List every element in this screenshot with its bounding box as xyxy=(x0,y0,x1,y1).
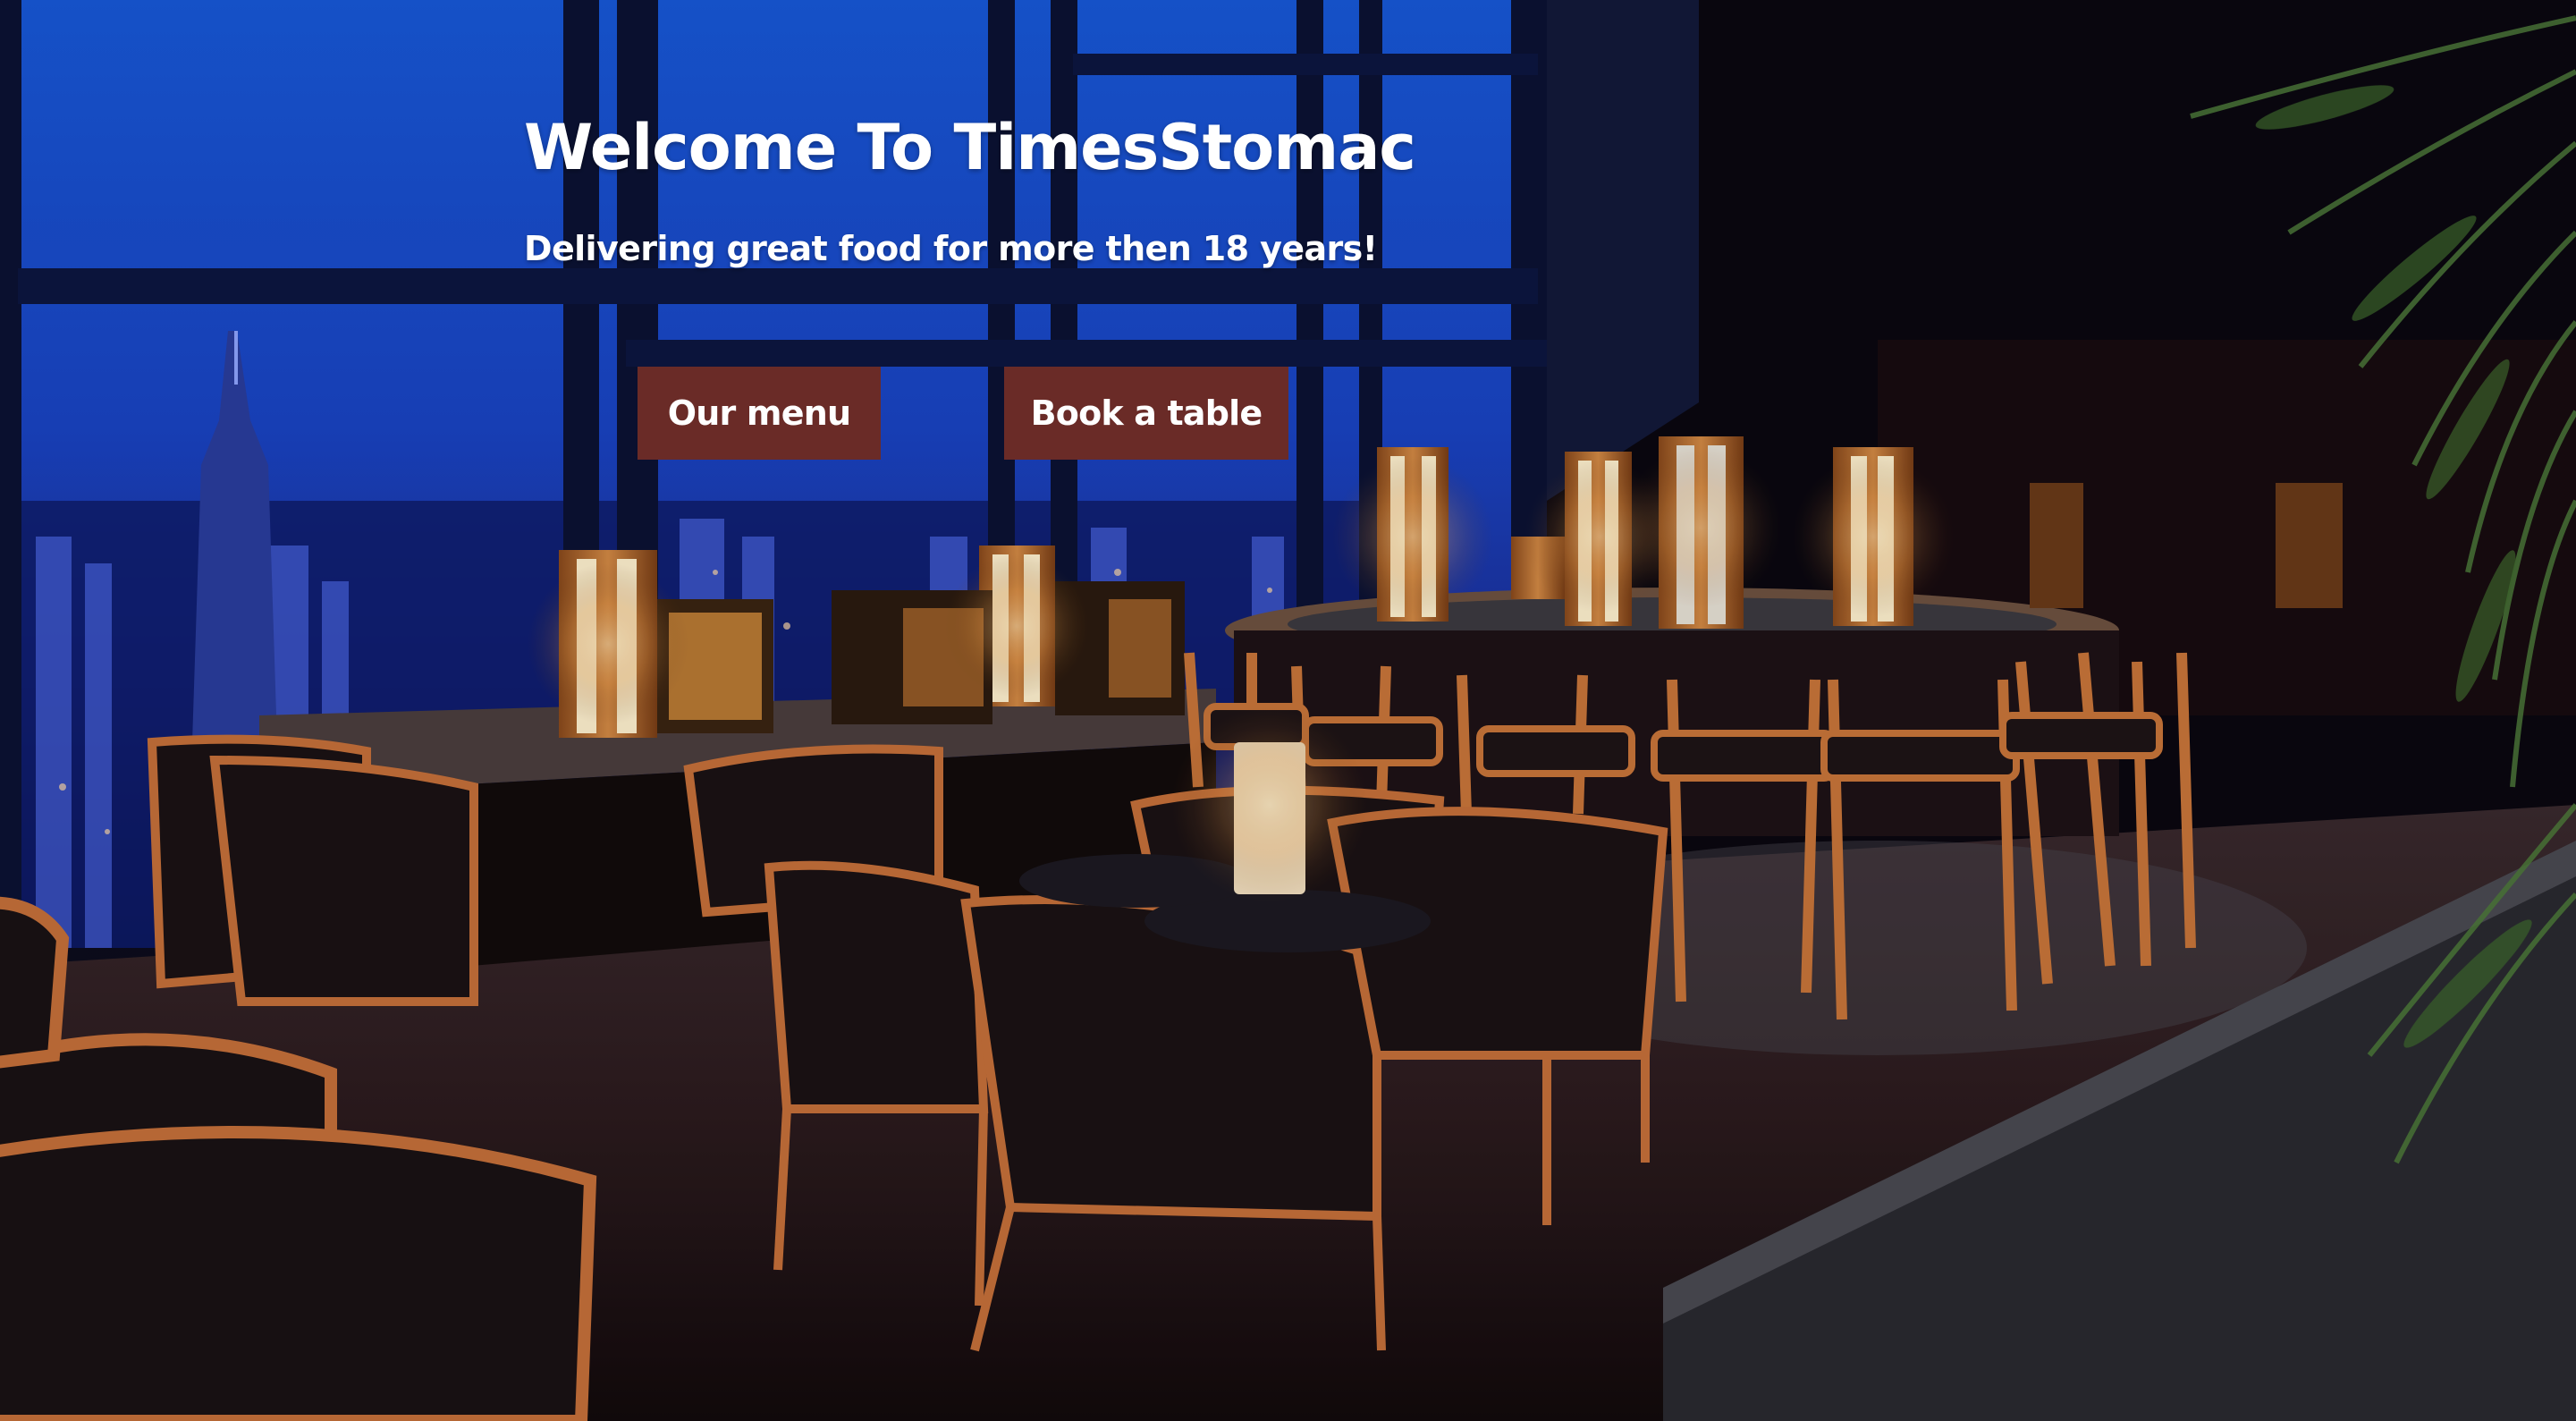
hero-title: Welcome To TimesStomac xyxy=(524,111,1416,184)
hero-subtitle: Delivering great food for more then 18 y… xyxy=(524,229,1378,268)
hero-buttons: Our menu Book a table xyxy=(638,367,1288,460)
our-menu-button[interactable]: Our menu xyxy=(638,367,881,460)
hero-section: Welcome To TimesStomac Delivering great … xyxy=(0,0,2576,1421)
hero-content: Welcome To TimesStomac Delivering great … xyxy=(524,106,1508,272)
book-table-button[interactable]: Book a table xyxy=(1004,367,1288,460)
